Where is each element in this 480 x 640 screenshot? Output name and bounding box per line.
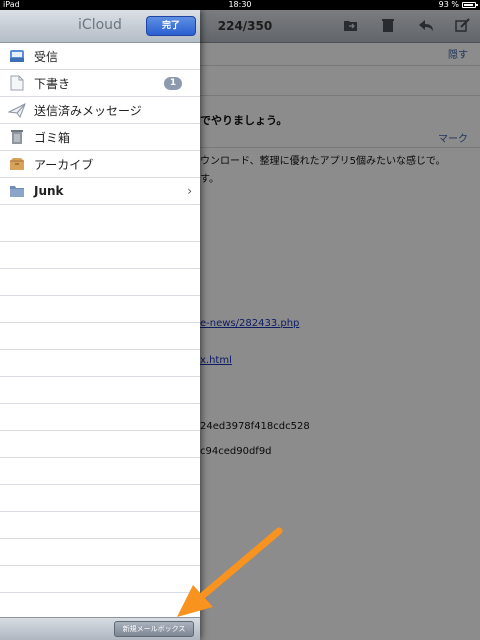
mailbox-label: Junk: [34, 184, 64, 198]
mailbox-list: 受信 下書き 1 送信済みメッセージ ゴミ箱 アーカイブ Junk ›: [0, 43, 200, 205]
mailbox-item-drafts[interactable]: 下書き 1: [0, 70, 200, 97]
mailbox-label: 送信済みメッセージ: [34, 103, 142, 118]
mailbox-label: 受信: [34, 49, 59, 64]
mailbox-label: 下書き: [34, 76, 71, 91]
mailbox-label: アーカイブ: [34, 157, 94, 172]
status-bar: iPad 18:30 93 %: [0, 0, 480, 10]
panel-header: iCloud 完了: [0, 10, 200, 43]
mailbox-label: ゴミ箱: [34, 130, 71, 145]
battery-indicator: 93 %: [438, 0, 478, 10]
trash-icon: [8, 128, 26, 146]
mailbox-item-inbox[interactable]: 受信: [0, 43, 200, 70]
unread-count-badge: 1: [164, 77, 182, 90]
sent-icon: [8, 101, 26, 119]
done-button[interactable]: 完了: [146, 16, 196, 36]
mailbox-item-archive[interactable]: アーカイブ: [0, 151, 200, 178]
folder-icon: [8, 182, 26, 200]
battery-icon: [462, 2, 478, 8]
archive-icon: [8, 155, 26, 173]
chevron-right-icon: ›: [187, 184, 192, 198]
annotation-arrow-icon: [177, 527, 283, 617]
drafts-icon: [8, 74, 26, 92]
inbox-icon: [8, 47, 26, 65]
mailbox-item-sent[interactable]: 送信済みメッセージ: [0, 97, 200, 124]
battery-percent: 93 %: [438, 0, 459, 9]
mailbox-item-trash[interactable]: ゴミ箱: [0, 124, 200, 151]
clock: 18:30: [228, 0, 252, 9]
mailbox-item-junk[interactable]: Junk ›: [0, 178, 200, 205]
